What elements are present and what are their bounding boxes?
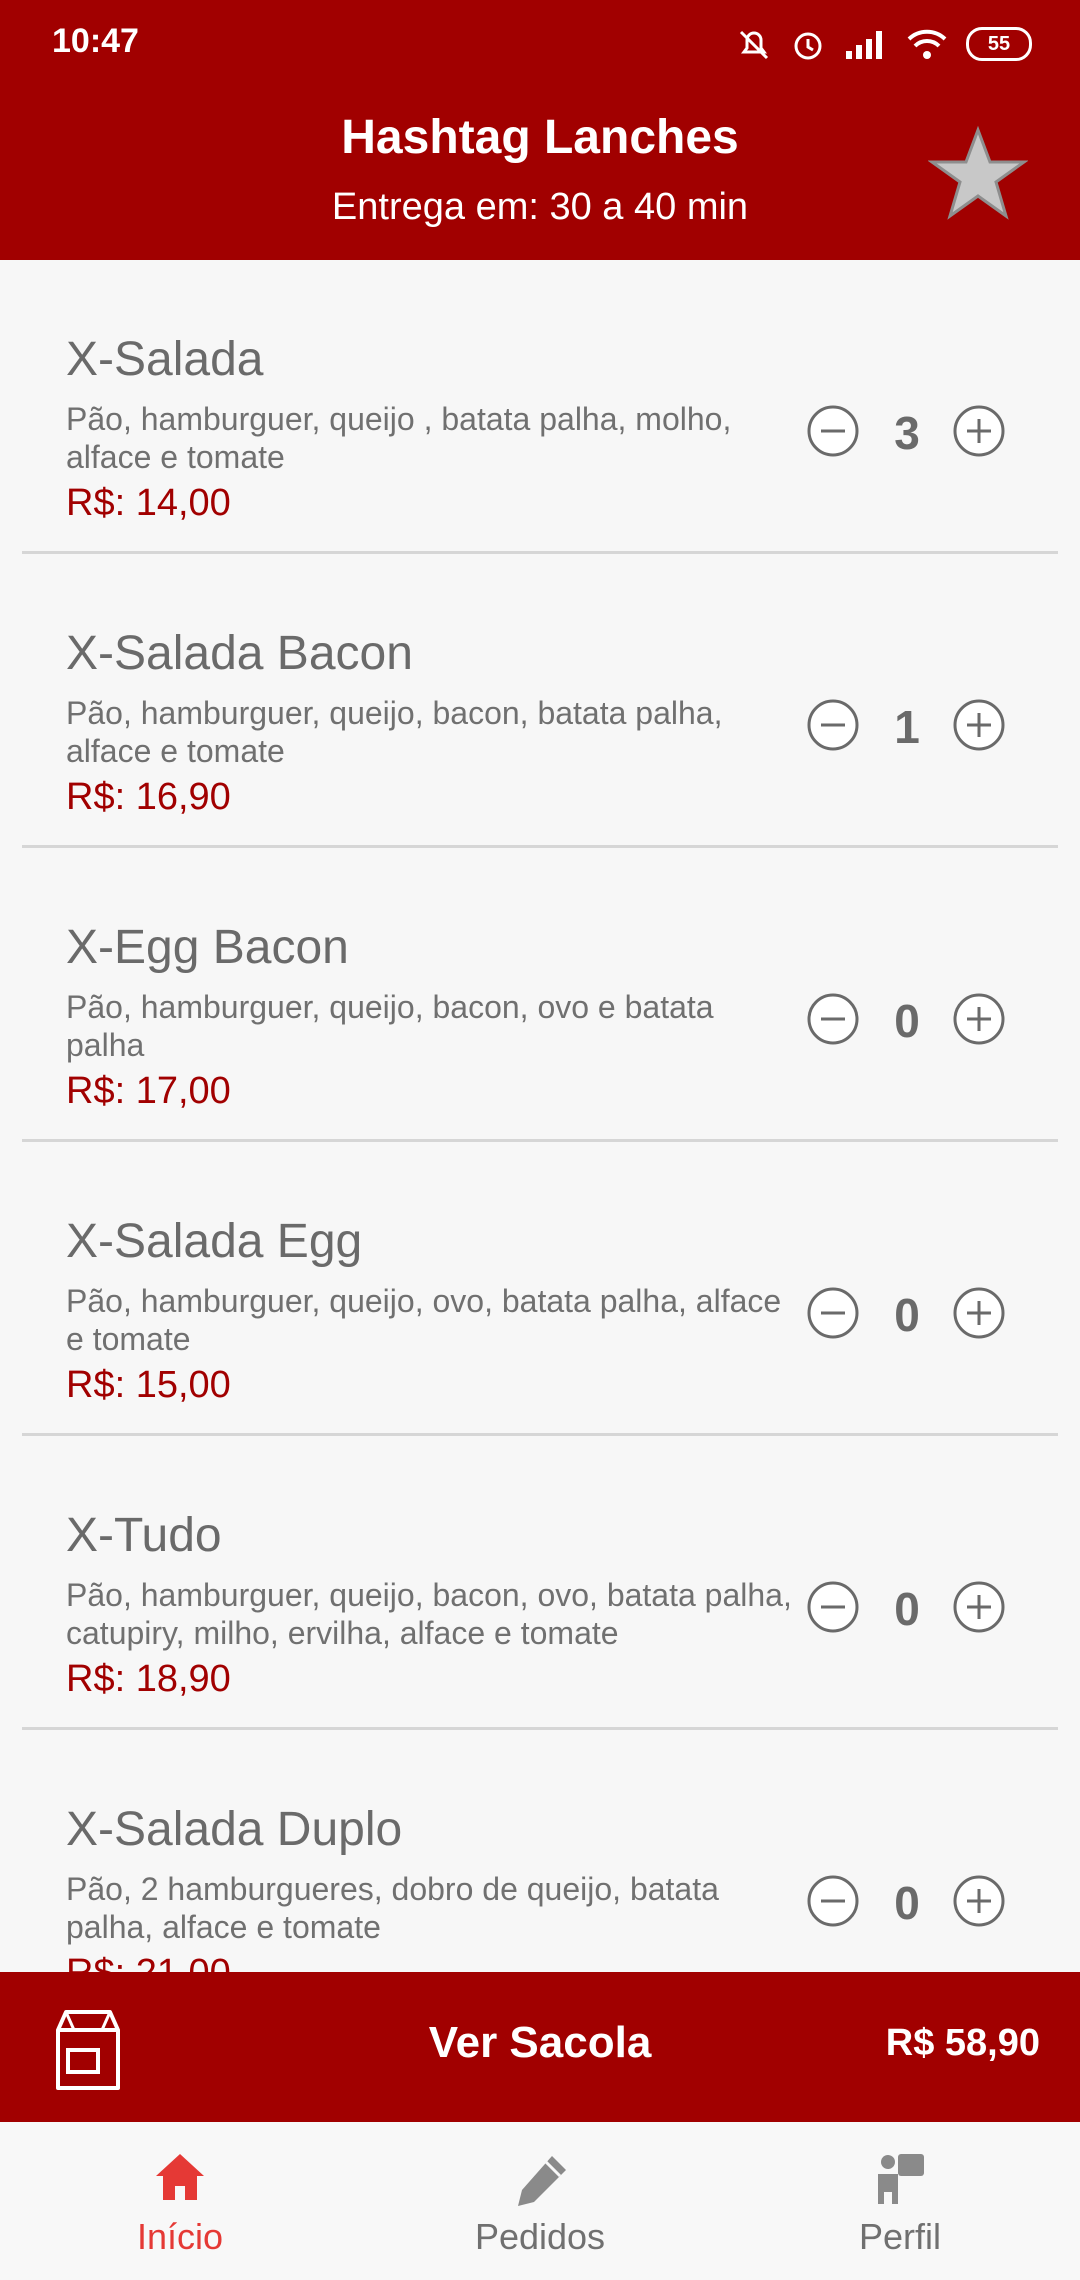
item-name: X-Egg Bacon xyxy=(66,921,349,974)
bottom-navigation: Início Pedidos Perfil xyxy=(0,2122,1080,2280)
item-name: X-Salada Duplo xyxy=(66,1803,403,1856)
pencil-icon xyxy=(518,2156,566,2206)
item-description: Pão, hamburguer, queijo, bacon, ovo, bat… xyxy=(66,1577,792,1651)
decrease-button[interactable] xyxy=(806,1286,860,1340)
nav-item-pedidos[interactable]: Pedidos xyxy=(390,2122,690,2280)
quantity-value: 0 xyxy=(894,1289,920,1341)
battery-indicator: 55 xyxy=(966,27,1032,61)
quantity-stepper: 0 xyxy=(806,992,1006,1056)
increase-button[interactable] xyxy=(952,1580,1006,1634)
list-item: X-Tudo Pão, hamburguer, queijo, bacon, o… xyxy=(0,1436,1080,1730)
delivery-time: Entrega em: 30 a 40 min xyxy=(331,186,749,228)
bell-muted-icon xyxy=(739,30,769,60)
item-name: X-Tudo xyxy=(66,1509,222,1562)
page-title: Hashtag Lanches xyxy=(341,111,739,164)
nav-label: Pedidos xyxy=(474,2216,606,2257)
item-name: X-Salada Egg xyxy=(66,1215,363,1268)
list-item: X-Salada Bacon Pão, hamburguer, queijo, … xyxy=(0,554,1080,848)
item-description: Pão, 2 hamburgueres, dobro de queijo, ba… xyxy=(66,1871,719,1945)
item-description: Pão, hamburguer, queijo , batata palha, … xyxy=(66,401,732,475)
list-item: X-Salada Pão, hamburguer, queijo , batat… xyxy=(0,260,1080,554)
quantity-stepper: 1 xyxy=(806,698,1006,762)
quantity-value: 0 xyxy=(894,1583,920,1635)
nav-item-inicio[interactable]: Início xyxy=(30,2122,330,2280)
item-price: R$: 14,00 xyxy=(66,482,231,524)
product-list[interactable]: X-Salada Pão, hamburguer, queijo , batat… xyxy=(0,260,1080,1972)
increase-button[interactable] xyxy=(952,404,1006,458)
item-price: R$: 18,90 xyxy=(66,1658,231,1700)
decrease-button[interactable] xyxy=(806,1874,860,1928)
wifi-icon xyxy=(907,29,947,59)
item-description: Pão, hamburguer, queijo, bacon, batata p… xyxy=(66,695,723,769)
quantity-stepper: 0 xyxy=(806,1874,1006,1938)
signal-icon xyxy=(846,31,882,59)
quantity-stepper: 3 xyxy=(806,404,1006,468)
decrease-button[interactable] xyxy=(806,404,860,458)
increase-button[interactable] xyxy=(952,1286,1006,1340)
increase-button[interactable] xyxy=(952,992,1006,1046)
status-icons: 55 xyxy=(736,24,1032,64)
bag-total: R$ 58,90 xyxy=(885,2022,1040,2064)
list-item: X-Egg Bacon Pão, hamburguer, queijo, bac… xyxy=(0,848,1080,1142)
decrease-button[interactable] xyxy=(806,698,860,752)
star-icon xyxy=(927,125,1029,220)
list-item: X-Salada Egg Pão, hamburguer, queijo, ov… xyxy=(0,1142,1080,1436)
item-description: Pão, hamburguer, queijo, bacon, ovo e ba… xyxy=(66,989,714,1063)
quantity-value: 0 xyxy=(894,995,920,1047)
list-item: X-Salada Duplo Pão, 2 hamburgueres, dobr… xyxy=(0,1730,1080,1972)
view-bag-bar[interactable]: Ver Sacola R$ 58,90 xyxy=(0,1972,1080,2122)
item-price: R$: 21,00 xyxy=(66,1952,231,1972)
item-description: Pão, hamburguer, queijo, ovo, batata pal… xyxy=(66,1283,782,1357)
decrease-button[interactable] xyxy=(806,992,860,1046)
item-price: R$: 15,00 xyxy=(66,1364,231,1406)
quantity-stepper: 0 xyxy=(806,1286,1006,1350)
quantity-value: 3 xyxy=(894,407,920,459)
home-icon xyxy=(156,2154,204,2200)
favorite-button[interactable] xyxy=(927,124,1029,224)
item-price: R$: 16,90 xyxy=(66,776,231,818)
nav-label: Perfil xyxy=(858,2216,942,2257)
item-price: R$: 17,00 xyxy=(66,1070,231,1112)
nav-label: Início xyxy=(136,2216,224,2257)
app-header: 10:47 55 Hashtag Lanches Entrega em: 30 … xyxy=(0,0,1080,260)
nav-item-perfil[interactable]: Perfil xyxy=(750,2122,1050,2280)
decrease-button[interactable] xyxy=(806,1580,860,1634)
item-name: X-Salada xyxy=(66,333,264,386)
quantity-value: 1 xyxy=(894,701,920,753)
alarm-icon xyxy=(794,32,822,60)
status-time: 10:47 xyxy=(52,22,139,60)
increase-button[interactable] xyxy=(952,1874,1006,1928)
increase-button[interactable] xyxy=(952,698,1006,752)
quantity-stepper: 0 xyxy=(806,1580,1006,1644)
quantity-value: 0 xyxy=(894,1877,920,1929)
person-icon xyxy=(878,2154,924,2204)
item-name: X-Salada Bacon xyxy=(66,627,413,680)
